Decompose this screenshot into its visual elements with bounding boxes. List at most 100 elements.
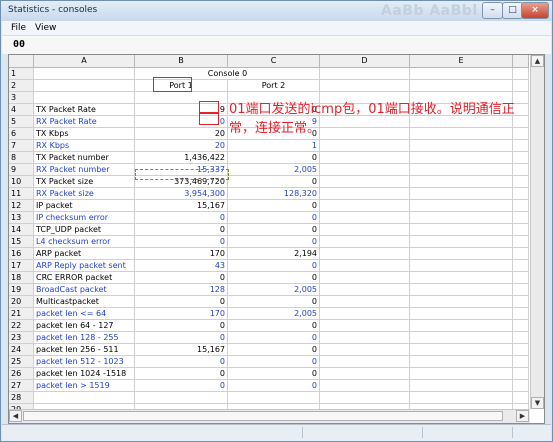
column-header-e[interactable]: E bbox=[410, 55, 513, 67]
cell-label[interactable]: RX Packet size bbox=[34, 188, 135, 199]
row-header[interactable]: 28 bbox=[9, 392, 34, 403]
cell-empty[interactable] bbox=[410, 164, 513, 175]
cell-port2[interactable]: 0 bbox=[228, 152, 320, 163]
cell-label[interactable]: IP checksum error bbox=[34, 212, 135, 223]
scroll-left-arrow-icon[interactable]: ◀ bbox=[9, 410, 22, 422]
row-header[interactable]: 21 bbox=[9, 308, 34, 319]
cell-empty[interactable] bbox=[410, 332, 513, 343]
cell-empty[interactable] bbox=[513, 176, 529, 187]
row-header[interactable]: 1 bbox=[9, 68, 34, 79]
cell-label[interactable]: TX Packet Rate bbox=[34, 104, 135, 115]
cell-label[interactable]: ARP Reply packet sent bbox=[34, 260, 135, 271]
row-header[interactable]: 7 bbox=[9, 140, 34, 151]
cell-empty[interactable] bbox=[320, 176, 410, 187]
cell-empty[interactable] bbox=[513, 200, 529, 211]
row-header[interactable]: 20 bbox=[9, 296, 34, 307]
cell-empty[interactable] bbox=[513, 296, 529, 307]
cell-empty[interactable] bbox=[410, 212, 513, 223]
row-header[interactable]: 15 bbox=[9, 236, 34, 247]
cell-empty[interactable] bbox=[513, 368, 529, 379]
cell-label[interactable]: TCP_UDP packet bbox=[34, 224, 135, 235]
cell-empty[interactable] bbox=[320, 344, 410, 355]
cell-port2[interactable]: 0 bbox=[228, 380, 320, 391]
cell-empty[interactable] bbox=[513, 188, 529, 199]
cell-port2[interactable]: 2,005 bbox=[228, 284, 320, 295]
column-header-f[interactable] bbox=[513, 55, 529, 67]
cell-label[interactable] bbox=[34, 392, 135, 403]
cell-empty[interactable] bbox=[513, 236, 529, 247]
cell-empty[interactable] bbox=[410, 380, 513, 391]
cell-label[interactable]: BroadCast packet bbox=[34, 284, 135, 295]
title-bar[interactable]: Statistics - consoles AaBb AaBbl AaBb – … bbox=[1, 1, 552, 21]
cell-port2[interactable]: 0 bbox=[228, 272, 320, 283]
column-header-a[interactable]: A bbox=[34, 55, 135, 67]
cell-empty[interactable] bbox=[320, 260, 410, 271]
cell-label[interactable] bbox=[34, 80, 135, 91]
cell-port1[interactable]: 43 bbox=[135, 260, 228, 271]
row-header[interactable]: 11 bbox=[9, 188, 34, 199]
cell-empty[interactable] bbox=[320, 392, 410, 403]
cell-empty[interactable] bbox=[410, 188, 513, 199]
cell-empty[interactable] bbox=[513, 356, 529, 367]
cell-port2[interactable]: 0 bbox=[228, 296, 320, 307]
cell-port1[interactable]: 15,167 bbox=[135, 200, 228, 211]
cell-port2[interactable]: 0 bbox=[228, 344, 320, 355]
row-header[interactable]: 18 bbox=[9, 272, 34, 283]
cell-port1[interactable]: 0 bbox=[135, 368, 228, 379]
row-header[interactable]: 13 bbox=[9, 212, 34, 223]
cell-port1[interactable]: 0 bbox=[135, 356, 228, 367]
cell-empty[interactable] bbox=[320, 368, 410, 379]
cell-empty[interactable] bbox=[410, 392, 513, 403]
cell-empty[interactable] bbox=[513, 380, 529, 391]
cell-port1[interactable]: 20 bbox=[135, 140, 228, 151]
cell-empty[interactable] bbox=[513, 164, 529, 175]
cell-empty[interactable] bbox=[513, 140, 529, 151]
cell-empty[interactable] bbox=[320, 200, 410, 211]
row-header[interactable]: 17 bbox=[9, 260, 34, 271]
cell-label[interactable] bbox=[34, 92, 135, 103]
cell-empty[interactable] bbox=[410, 236, 513, 247]
cell-empty[interactable] bbox=[410, 260, 513, 271]
cell-port1[interactable]: 128 bbox=[135, 284, 228, 295]
cell-empty[interactable] bbox=[513, 260, 529, 271]
cell-port2[interactable] bbox=[228, 392, 320, 403]
cell-empty[interactable] bbox=[513, 212, 529, 223]
cell-label[interactable]: packet len 512 - 1023 bbox=[34, 356, 135, 367]
cell-port2[interactable]: 2,005 bbox=[228, 308, 320, 319]
cell-empty[interactable] bbox=[410, 200, 513, 211]
cell-label[interactable]: packet len 1024 -1518 bbox=[34, 368, 135, 379]
cell-label[interactable]: TX Kbps bbox=[34, 128, 135, 139]
scroll-down-arrow-icon[interactable]: ▼ bbox=[531, 397, 544, 409]
cell-port1[interactable]: 3,954,300 bbox=[135, 188, 228, 199]
cell-empty[interactable] bbox=[320, 152, 410, 163]
column-header-b[interactable]: B bbox=[135, 55, 228, 67]
cell-port2[interactable]: 0 bbox=[228, 260, 320, 271]
cell-empty[interactable] bbox=[410, 152, 513, 163]
row-header[interactable]: 5 bbox=[9, 116, 34, 127]
cell-label[interactable]: packet len > 1519 bbox=[34, 380, 135, 391]
cell-port2[interactable]: 0 bbox=[228, 236, 320, 247]
cell-port1[interactable]: 20 bbox=[135, 128, 228, 139]
cell-empty[interactable] bbox=[410, 356, 513, 367]
cell-port2[interactable]: 2,005 bbox=[228, 164, 320, 175]
cell-port1[interactable]: 0 bbox=[135, 296, 228, 307]
cell-empty[interactable] bbox=[410, 224, 513, 235]
cell-port1[interactable]: 0 bbox=[135, 212, 228, 223]
cell-empty[interactable] bbox=[410, 368, 513, 379]
row-header[interactable]: 4 bbox=[9, 104, 34, 115]
corner-cell[interactable] bbox=[9, 55, 34, 67]
horizontal-scroll-thumb[interactable] bbox=[23, 411, 503, 421]
cell-label[interactable]: TX Packet size bbox=[34, 176, 135, 187]
cell-port2[interactable]: 0 bbox=[228, 212, 320, 223]
cell-empty[interactable] bbox=[513, 224, 529, 235]
row-header[interactable]: 22 bbox=[9, 320, 34, 331]
cell-port1[interactable]: 0 bbox=[135, 320, 228, 331]
cell-label[interactable]: TX Packet number bbox=[34, 152, 135, 163]
cell-port2[interactable]: 0 bbox=[228, 176, 320, 187]
cell-port2[interactable]: 0 bbox=[228, 332, 320, 343]
cell-empty[interactable] bbox=[410, 320, 513, 331]
cell-empty[interactable] bbox=[513, 68, 529, 79]
row-header[interactable]: 25 bbox=[9, 356, 34, 367]
cell-empty[interactable] bbox=[513, 80, 529, 91]
cell-empty[interactable] bbox=[410, 284, 513, 295]
